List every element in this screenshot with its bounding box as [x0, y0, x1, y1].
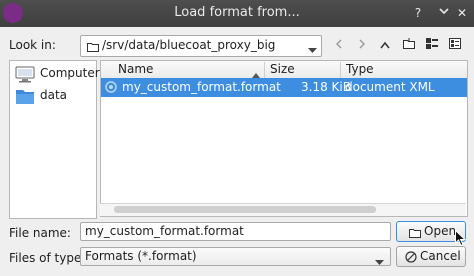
file-name-cell: my_custom_format.format — [122, 80, 281, 94]
new-folder-button[interactable] — [399, 36, 419, 54]
cancel-icon — [405, 251, 417, 266]
sidebar: Computer data — [9, 60, 100, 219]
file-type-label: Files of type: — [9, 251, 86, 265]
column-type-header[interactable]: Type — [341, 62, 467, 78]
help-icon[interactable]: ? — [409, 4, 427, 22]
sidebar-item-computer[interactable]: Computer — [12, 63, 100, 86]
scrollbar-thumb[interactable] — [114, 206, 376, 213]
computer-icon — [15, 66, 35, 86]
file-list: Name Size Type my_custom_format.format 3… — [100, 60, 468, 217]
parent-directory-button[interactable] — [375, 36, 395, 54]
horizontal-scrollbar[interactable] — [100, 203, 466, 216]
column-header: Name Size Type — [101, 61, 467, 79]
look-in-path: /srv/data/bluecoat_proxy_big — [102, 38, 276, 52]
sidebar-item-label: data — [40, 88, 68, 102]
folder-icon — [87, 41, 99, 55]
folder-open-icon — [409, 227, 421, 241]
file-name-label: File name: — [9, 226, 71, 240]
sidebar-item-data[interactable]: data — [12, 85, 94, 107]
title-bar: Load format from... ? ✕ — [0, 0, 474, 27]
forward-button[interactable] — [352, 36, 372, 54]
detail-view-icon[interactable] — [445, 36, 465, 54]
window-title: Load format from... — [174, 5, 300, 20]
file-type-select[interactable]: Formats (*.format) — [80, 247, 391, 266]
column-name-header[interactable]: Name — [113, 62, 265, 78]
list-view-icon[interactable] — [422, 36, 442, 54]
folder-icon — [15, 88, 35, 108]
file-name-input[interactable]: my_custom_format.format — [80, 222, 391, 241]
close-icon[interactable]: ✕ — [453, 4, 471, 22]
mouse-cursor-icon — [455, 229, 467, 250]
file-icon — [105, 81, 117, 96]
sidebar-item-label: Computer — [40, 66, 100, 80]
chevron-down-icon[interactable] — [435, 4, 453, 22]
chevron-down-icon — [308, 43, 317, 57]
file-size-cell: 3.18 KiB — [301, 80, 351, 94]
look-in-label: Look in: — [9, 38, 56, 52]
chevron-down-icon — [375, 255, 384, 269]
back-button[interactable] — [329, 36, 349, 54]
column-size-header[interactable]: Size — [265, 62, 341, 78]
file-type-cell: document XML — [345, 80, 435, 94]
table-row[interactable]: my_custom_format.format 3.18 KiB documen… — [101, 78, 467, 97]
look-in-combo[interactable]: /srv/data/bluecoat_proxy_big — [80, 35, 322, 57]
